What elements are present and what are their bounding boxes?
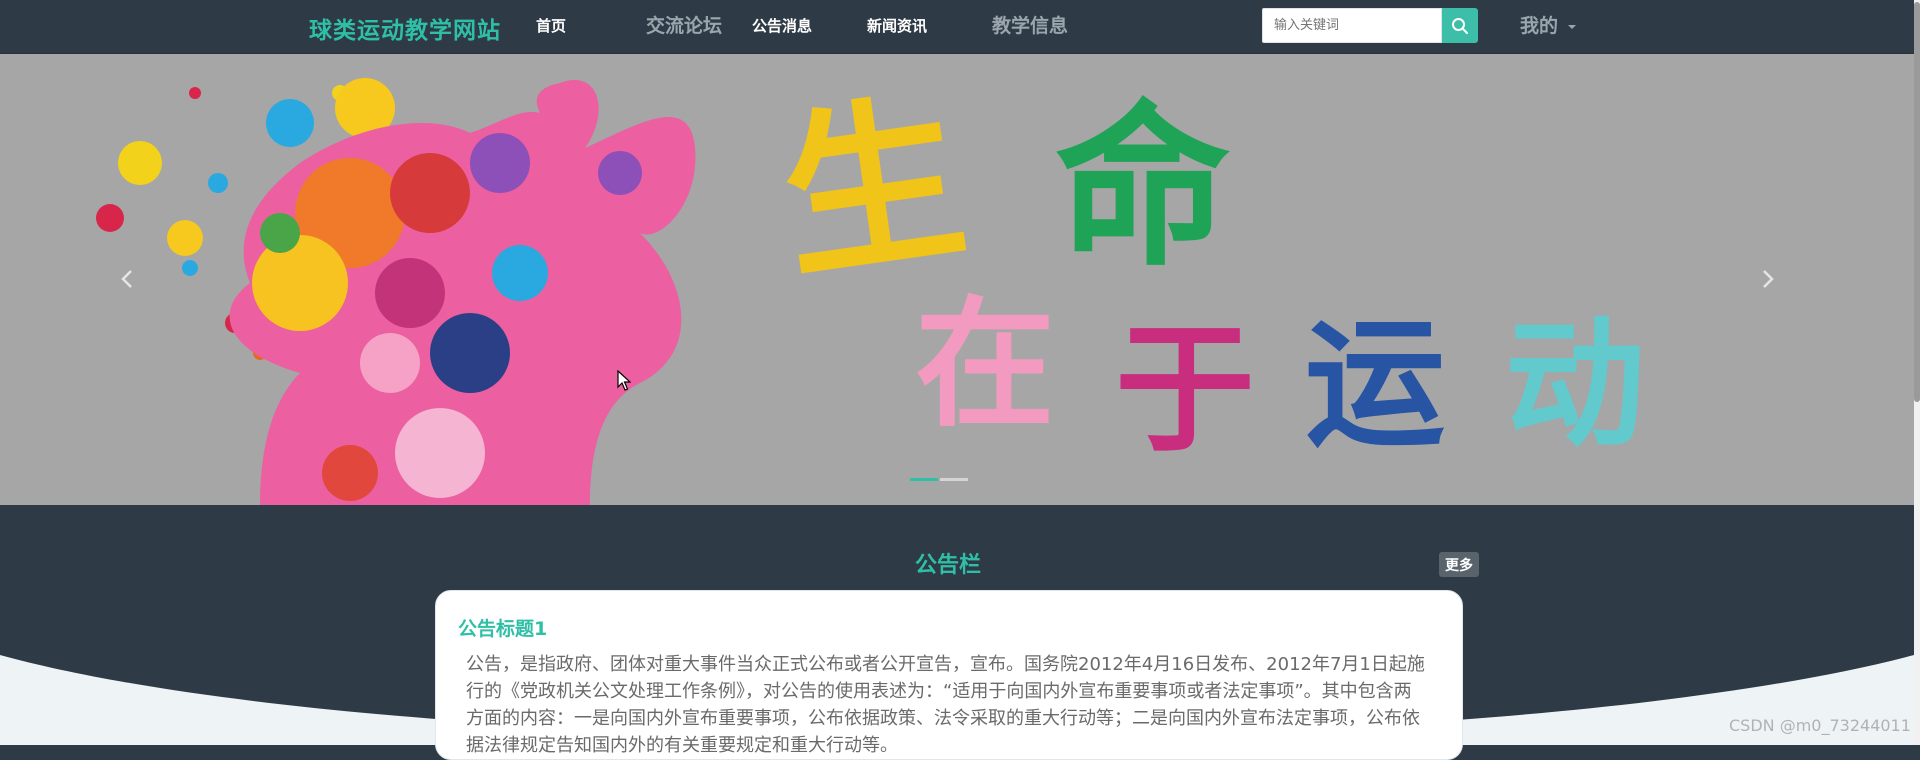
svg-text:运: 运 [1305,304,1445,467]
svg-text:在: 在 [915,284,1055,447]
svg-text:动: 动 [1505,304,1645,467]
top-navbar: 球类运动教学网站 首页 交流论坛 公告消息 新闻资讯 教学信息 我的 [0,0,1920,54]
carousel-indicator-2[interactable] [940,478,968,481]
svg-text:于: 于 [1115,309,1255,472]
chevron-left-icon [121,270,132,288]
search-icon [1452,17,1468,34]
search-input[interactable] [1262,8,1442,43]
banner-image: 生 命 在 于 运 动 [96,74,1645,505]
notice-board-title: 公告栏 [915,553,982,578]
svg-text:命: 命 [1055,87,1230,290]
notice-card[interactable]: 公告标题1 公告，是指政府、团体对重大事件当众正式公布或者公开宣告，宣布。国务院… [435,590,1463,760]
site-logo[interactable]: 球类运动教学网站 [309,11,501,45]
search-button[interactable] [1442,8,1478,43]
page-scrollbar[interactable] [1914,0,1920,745]
carousel-indicators [910,478,968,481]
carousel-prev-button[interactable] [117,261,137,297]
nav-home[interactable]: 首页 [536,0,566,53]
chevron-right-icon [1763,270,1774,288]
scrollbar-thumb[interactable] [1914,2,1920,402]
caret-down-icon [1568,24,1577,29]
watermark: CSDN @m0_73244011 [1729,716,1911,735]
banner-carousel[interactable]: 生 命 在 于 运 动 [0,53,1914,505]
user-menu-label: 我的 [1520,15,1559,37]
more-button[interactable]: 更多 [1439,552,1479,577]
notice-content: 公告，是指政府、团体对重大事件当众正式公布或者公开宣告，宣布。国务院2012年4… [466,654,1425,756]
notice-title[interactable]: 公告标题1 [458,614,547,641]
nav-news[interactable]: 新闻资讯 [867,0,927,53]
nav-teaching[interactable]: 教学信息 [992,0,1068,53]
svg-text:生: 生 [770,74,977,306]
carousel-indicator-1[interactable] [910,478,938,481]
nav-forum[interactable]: 交流论坛 [646,0,722,53]
user-menu[interactable]: 我的 [1520,0,1577,53]
carousel-next-button[interactable] [1758,261,1778,297]
mouse-cursor-icon [617,370,631,391]
nav-notices[interactable]: 公告消息 [752,0,812,53]
